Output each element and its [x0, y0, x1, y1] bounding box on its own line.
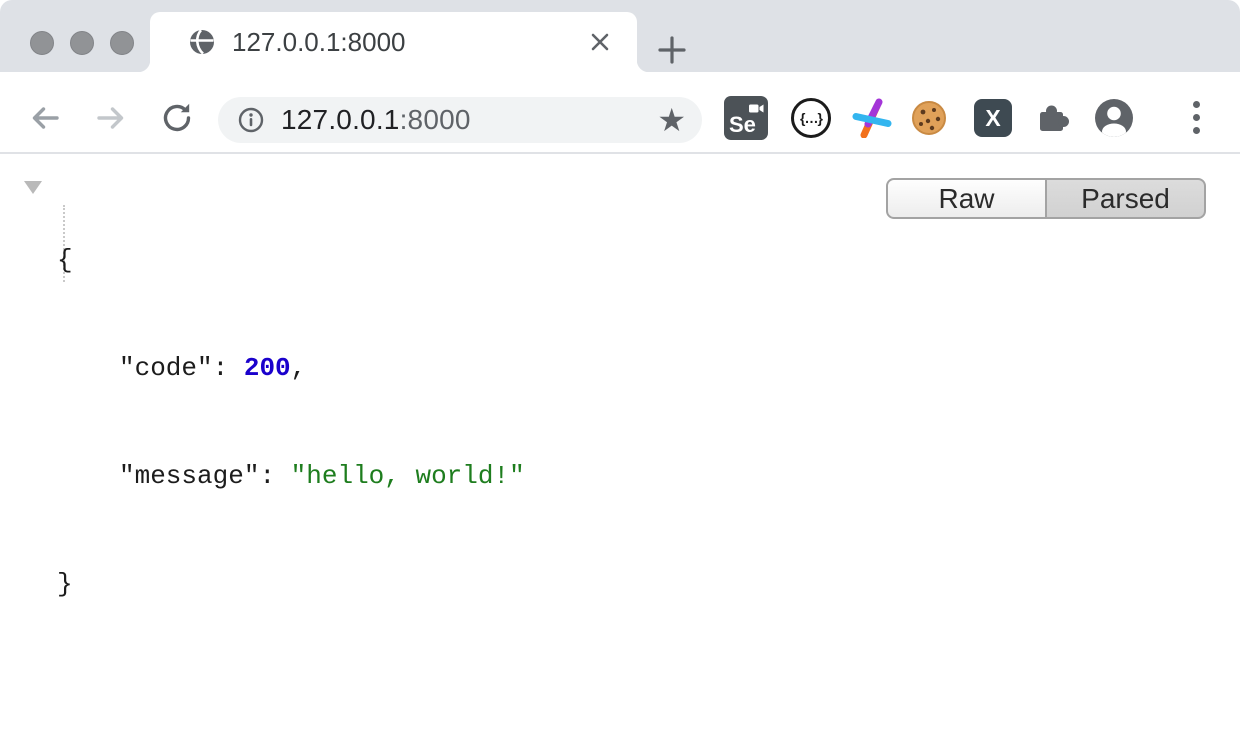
globe-favicon-icon [188, 28, 216, 56]
tab-bar: 127.0.0.1:8000 [0, 0, 1240, 72]
window-zoom-button[interactable] [110, 31, 134, 55]
json-close-brace-line: } [57, 566, 525, 602]
site-info-icon[interactable] [238, 107, 264, 133]
parsed-button[interactable]: Parsed [1046, 178, 1206, 219]
selenium-extension-icon[interactable]: Se [724, 96, 768, 140]
json-tree: { "code": 200, "message": "hello, world!… [57, 170, 525, 674]
window-close-button[interactable] [30, 31, 54, 55]
raw-button[interactable]: Raw [886, 178, 1046, 219]
reload-button[interactable] [158, 99, 196, 137]
browser-menu-icon[interactable] [1190, 101, 1202, 134]
toolbar: 127.0.0.1:8000 ★ Se {…} [0, 72, 1240, 152]
url-text: 127.0.0.1:8000 [281, 104, 471, 136]
json-entry-message: "message": "hello, world!" [57, 458, 525, 494]
json-viewer-extension-icon[interactable]: {…} [791, 98, 831, 138]
browser-window: 127.0.0.1:8000 [0, 0, 1240, 750]
close-brace: } [57, 569, 73, 599]
window-controls [30, 31, 134, 55]
forward-button[interactable] [92, 99, 130, 137]
window-minimize-button[interactable] [70, 31, 94, 55]
view-toggle: Raw Parsed [886, 178, 1206, 219]
address-bar[interactable]: 127.0.0.1:8000 ★ [218, 97, 702, 143]
tab-close-icon[interactable] [585, 27, 615, 57]
json-colon: : [213, 353, 244, 383]
url-host: 127.0.0.1 [281, 104, 400, 135]
cookie-extension-icon[interactable] [911, 100, 947, 136]
json-key: "code" [119, 353, 213, 383]
x-extension-icon[interactable]: X [974, 99, 1012, 137]
new-tab-button[interactable] [650, 28, 694, 72]
json-colon: : [259, 461, 290, 491]
json-comma: , [291, 353, 307, 383]
page-content: Raw Parsed { "code": 200, "message": "he… [0, 154, 1240, 750]
url-port: :8000 [400, 104, 471, 135]
asterisk-extension-icon[interactable] [852, 98, 892, 138]
profile-avatar-icon[interactable] [1094, 98, 1134, 138]
back-button[interactable] [26, 99, 64, 137]
json-key: "message" [119, 461, 259, 491]
bookmark-star-icon[interactable]: ★ [657, 104, 686, 136]
extensions-puzzle-icon[interactable] [1033, 99, 1071, 137]
json-string-value: "hello, world!" [291, 461, 525, 491]
json-number-value: 200 [244, 353, 291, 383]
json-entry-code: "code": 200, [57, 350, 525, 386]
collapse-triangle-icon[interactable] [24, 181, 42, 194]
camera-icon [749, 101, 764, 119]
browser-tab[interactable]: 127.0.0.1:8000 [150, 12, 637, 72]
open-brace: { [57, 245, 73, 275]
tab-title: 127.0.0.1:8000 [232, 27, 406, 58]
json-open-brace-line: { [57, 242, 525, 278]
